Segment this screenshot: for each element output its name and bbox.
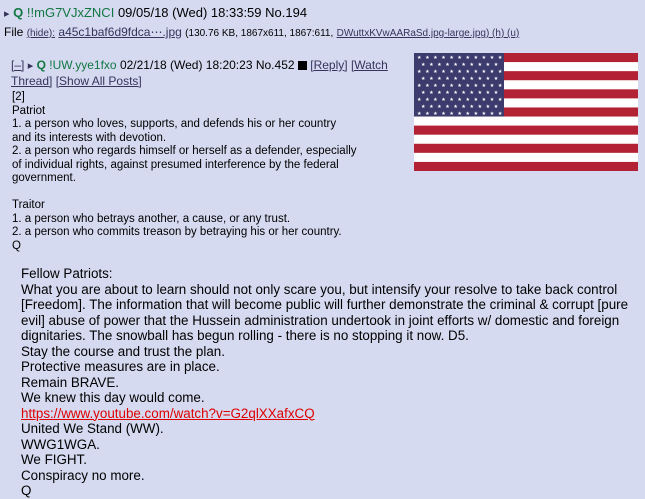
lock-icon [297,61,307,71]
quoted-line: 2. a person who regards himself or herse… [12,145,357,157]
quoted-line: Q [12,239,21,252]
watch-thread-link-cont[interactable]: Thread] [11,74,52,88]
post-header: ▸ Q !!mG7VJxZNCI 09/05/18 (Wed) 18:33:59… [4,5,307,20]
quoted-line: of individual rights, against presumed i… [12,158,339,171]
post-container: ▸ Q !!mG7VJxZNCI 09/05/18 (Wed) 18:33:59… [0,0,645,499]
svg-text:★★★★★★★★★★★: ★★★★★★★★★★★ [417,83,506,89]
poster-name: Q [13,5,24,20]
message-line: We knew this day would come. [21,390,205,405]
svg-text:★★★★★★★★★★★: ★★★★★★★★★★★ [417,97,506,103]
expand-arrow-icon[interactable]: ▸ [4,8,10,20]
post-number[interactable]: No.194 [265,5,307,20]
quoted-poster-tripcode: !UW.yye1fxo [49,58,117,72]
closing-line: Q [21,483,32,498]
file-source-link[interactable]: DWuttxKVwAARaSd.jpg-large.jpg [337,28,486,39]
svg-text:★★★★★★★★★★★: ★★★★★★★★★★★ [417,55,506,61]
reply-link[interactable]: [Reply] [310,58,347,72]
message-line: What you are about to learn should not o… [21,281,618,297]
message-line: dignitaries. The snowball has begun roll… [21,328,469,343]
quoted-line: 1. a person who betrays another, a cause… [12,212,291,225]
svg-text:★★★★★★★★★★: ★★★★★★★★★★ [421,104,502,110]
poster-tripcode: !!mG7VJxZNCI [26,5,115,20]
message-line: Fellow Patriots: [21,266,113,281]
post-date: 09/05/18 (Wed) 18:33:59 [117,5,262,20]
quoted-post-body: [2] Patriot 1. a person who loves, suppo… [12,91,372,253]
post-message: Fellow Patriots: What you are about to l… [21,266,641,499]
quoted-line [12,186,372,200]
expand-arrow-icon: ▸ [27,60,34,72]
youtube-link[interactable]: https://www.youtube.com/watch?v=G2qlXXaf… [21,406,315,421]
svg-text:★★★★★★★★★★★: ★★★★★★★★★★★ [417,69,506,75]
quoted-post-number[interactable]: No.452 [256,58,295,72]
file-info-line: File (hide): a45c1baf6d9fdca⋯.jpg (130.7… [4,25,519,39]
watch-thread-link[interactable]: [Watch [351,58,388,72]
message-line: evil] abuse of power that the Hussein ad… [21,312,620,328]
quoted-line: 1. a person who loves, supports, and def… [12,118,337,130]
closing-line: Conspiracy no more. [21,467,145,483]
collapse-toggle[interactable]: [–] [11,58,24,72]
message-line: Stay the course and trust the plan. [21,343,225,359]
us-flag-image: ★★★★★★★★★★★ ★★★★★★★★★★ ★★★★★★★★★★★ ★★★★★… [414,53,638,171]
quoted-line: [2] [12,91,25,103]
quoted-line: and its interests with devotion. [12,131,167,144]
svg-text:★★★★★★★★★★: ★★★★★★★★★★ [421,76,502,82]
svg-text:★★★★★★★★★★: ★★★★★★★★★★ [421,62,502,68]
quoted-post-header: [–] ▸ Q !UW.yye1fxo 02/21/18 (Wed) 18:20… [11,58,391,89]
quoted-line: government. [12,172,76,184]
file-details: (130.76 KB, 1867x611, 1867:611, [185,28,334,39]
quoted-line: Patriot [12,104,46,117]
file-name-link[interactable]: a45c1baf6d9fdca⋯.jpg [58,25,181,39]
file-extra-links[interactable]: ) (h) (u) [486,28,519,39]
quoted-post-date: 02/21/18 (Wed) 18:20:23 [119,58,253,72]
svg-text:★★★★★★★★★★★: ★★★★★★★★★★★ [417,111,506,117]
closing-line: United We Stand (WW). [21,421,164,436]
quoted-poster-name: Q [36,58,46,72]
closing-line: WWG1WGA. [21,436,100,452]
closing-line: We FIGHT. [21,452,87,467]
quoted-line: Traitor [12,199,45,211]
attached-image[interactable]: [–] ▸ Q !UW.yye1fxo 02/21/18 (Wed) 18:20… [11,53,389,252]
file-hide-link[interactable]: (hide): [27,28,55,39]
message-line: Remain BRAVE. [21,374,119,390]
file-label: File [4,25,24,39]
message-line: Protective measures are in place. [21,359,220,374]
message-line: [Freedom]. The information that will bec… [21,297,629,312]
show-all-posts-link[interactable]: [Show All Posts] [56,74,142,88]
svg-text:★★★★★★★★★★: ★★★★★★★★★★ [421,90,502,96]
quoted-line: 2. a person who commits treason by betra… [12,226,342,238]
